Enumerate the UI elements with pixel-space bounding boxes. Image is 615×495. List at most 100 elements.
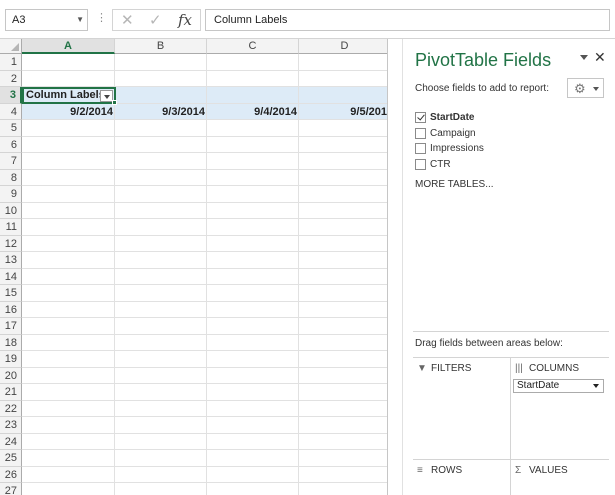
pivot-date-cell[interactable]: 9/2/2014	[22, 104, 115, 120]
gear-icon: ⚙	[574, 81, 586, 96]
columns-label: COLUMNS	[529, 363, 580, 374]
grid-row-line	[22, 135, 387, 137]
insert-function-icon[interactable]: fx	[178, 11, 192, 29]
column-header-a[interactable]: A	[22, 39, 115, 54]
row-header[interactable]: 3	[0, 87, 22, 104]
formula-bar: A3 ▼ ⋮ ✕ ✓ fx Column Labels	[0, 0, 615, 39]
sigma-icon: Σ	[515, 465, 522, 476]
grid-row-line	[22, 399, 387, 401]
row-header[interactable]: 23	[0, 417, 22, 434]
row-header[interactable]: 24	[0, 433, 22, 450]
row-header[interactable]: 1	[0, 54, 22, 71]
grid-row-line	[22, 251, 387, 252]
pivot-date-cell[interactable]: 9/5/201	[299, 104, 387, 120]
grid-row-line	[22, 350, 387, 351]
areas-divider	[413, 459, 609, 460]
areas-divider	[510, 357, 511, 495]
grid-row-line	[22, 69, 387, 71]
row-header[interactable]: 20	[0, 367, 22, 384]
chevron-down-icon	[593, 87, 599, 91]
column-header-b[interactable]: B	[115, 39, 207, 54]
rows-area-header: ≡ ROWS	[417, 465, 462, 476]
field-ctr[interactable]: CTR	[415, 157, 605, 173]
pane-options-chevron-icon[interactable]	[580, 55, 588, 60]
pivot-date-cell[interactable]: 9/3/2014	[115, 104, 207, 120]
areas-divider	[413, 331, 609, 332]
grid-row-line	[22, 482, 387, 483]
row-header[interactable]: 26	[0, 466, 22, 483]
pivot-column-labels-text: Column Labels	[26, 89, 105, 101]
field-checkbox[interactable]	[415, 143, 426, 154]
field-checkbox[interactable]	[415, 127, 426, 139]
row-header[interactable]: 17	[0, 318, 22, 335]
formula-buttons: ✕ ✓ fx	[112, 9, 201, 31]
row-header[interactable]: 4	[0, 103, 22, 120]
more-icon: ⋮	[96, 12, 107, 24]
grid-row-line	[22, 465, 387, 467]
columns-area-header: ||| COLUMNS	[515, 363, 579, 374]
grid-row-line	[22, 201, 387, 203]
pivot-column-labels-cell[interactable]: Column Labels	[22, 87, 116, 104]
field-label: StartDate	[430, 112, 475, 123]
row-header[interactable]: 11	[0, 219, 22, 236]
columns-icon: |||	[515, 363, 523, 374]
areas-divider	[413, 357, 609, 358]
row-header[interactable]: 9	[0, 186, 22, 203]
pivottable-fields-pane: PivotTable Fields ✕ Choose fields to add…	[402, 39, 615, 495]
formula-input[interactable]: Column Labels	[205, 9, 610, 31]
pane-title: PivotTable Fields	[415, 50, 552, 70]
field-campaign[interactable]: Campaign	[415, 126, 605, 142]
pivot-date-cell[interactable]: 9/4/2014	[207, 104, 299, 120]
row-header[interactable]: 7	[0, 153, 22, 170]
grid-column-line	[114, 54, 115, 495]
column-header-c[interactable]: C	[207, 39, 299, 54]
grid-row-line	[22, 416, 387, 417]
field-startdate[interactable]: StartDate	[415, 110, 605, 126]
pane-splitter[interactable]	[387, 39, 402, 495]
row-header[interactable]: 10	[0, 202, 22, 219]
select-all-corner[interactable]	[0, 39, 22, 54]
row-header[interactable]: 21	[0, 384, 22, 401]
row-header[interactable]: 25	[0, 450, 22, 467]
row-header[interactable]: 19	[0, 351, 22, 368]
columns-item-label: StartDate	[517, 380, 560, 391]
row-header[interactable]: 22	[0, 400, 22, 417]
enter-icon[interactable]: ✓	[149, 11, 162, 29]
more-tables-link[interactable]: MORE TABLES...	[415, 179, 494, 190]
cancel-icon[interactable]: ✕	[121, 11, 134, 29]
grid-row-line	[22, 234, 387, 236]
grid-row-line	[22, 185, 387, 186]
field-label: CTR	[430, 158, 451, 170]
field-impressions[interactable]: Impressions	[415, 141, 605, 157]
worksheet-grid[interactable]: A B C D 1 2 3 4 5 6 7 8 9 10 11 12 13 14 15 16 17 18 19 20 2…	[0, 39, 387, 495]
grid-row-line	[22, 432, 387, 434]
columns-area-item-startdate[interactable]: StartDate	[513, 379, 604, 393]
row-header[interactable]: 14	[0, 268, 22, 285]
row-header[interactable]: 2	[0, 70, 22, 87]
row-header[interactable]: 12	[0, 235, 22, 252]
field-list: StartDate Campaign Impressions CTR	[415, 110, 605, 172]
drag-fields-label: Drag fields between areas below:	[415, 338, 563, 349]
field-settings-button[interactable]: ⚙	[567, 78, 604, 98]
filters-area-header: ▼ FILTERS	[417, 363, 471, 374]
field-checkbox[interactable]	[415, 112, 426, 123]
grid-column-line	[298, 54, 299, 495]
rows-label: ROWS	[431, 465, 463, 476]
name-box[interactable]: A3 ▼	[5, 9, 88, 31]
row-header[interactable]: 6	[0, 136, 22, 153]
row-header[interactable]: 27	[0, 483, 22, 495]
row-header[interactable]: 13	[0, 252, 22, 269]
field-checkbox[interactable]	[415, 158, 426, 170]
close-icon[interactable]: ✕	[594, 49, 606, 66]
row-header[interactable]: 16	[0, 301, 22, 318]
name-box-value: A3	[12, 14, 26, 26]
chevron-down-icon[interactable]: ▼	[76, 10, 84, 30]
chevron-down-icon[interactable]	[593, 384, 599, 388]
row-header[interactable]: 18	[0, 334, 22, 351]
column-header-d[interactable]: D	[299, 39, 387, 54]
row-header[interactable]: 8	[0, 169, 22, 186]
grid-row-line	[22, 168, 387, 170]
row-header[interactable]: 5	[0, 120, 22, 137]
row-header[interactable]: 15	[0, 285, 22, 302]
values-label: VALUES	[529, 465, 568, 476]
